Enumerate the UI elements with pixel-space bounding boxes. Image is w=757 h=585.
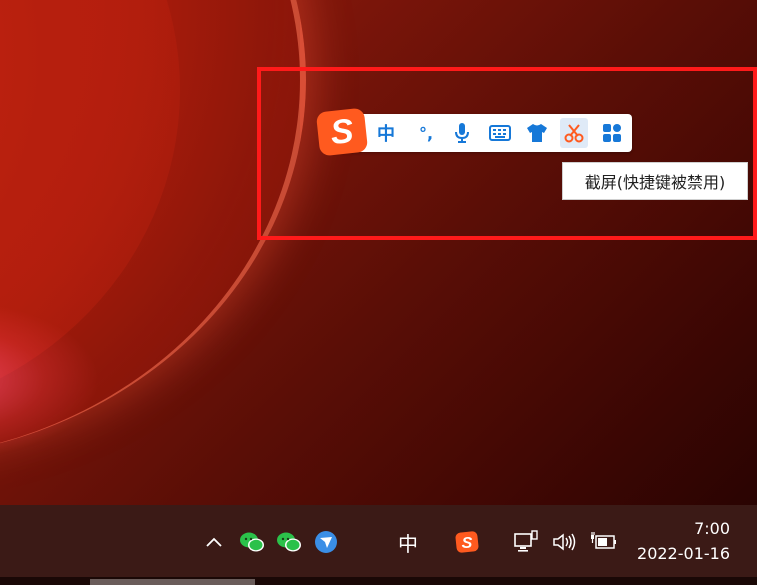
screenshot-tooltip: 截屏(快捷键被禁用): [562, 162, 748, 200]
microphone-icon: [455, 123, 469, 143]
tooltip-text: 截屏(快捷键被禁用): [584, 173, 726, 192]
chevron-up-icon: [206, 537, 222, 547]
wechat-tray-button-1[interactable]: [238, 528, 266, 556]
toolbox-button[interactable]: [598, 118, 626, 148]
screenshot-button[interactable]: [560, 118, 588, 148]
soft-keyboard-button[interactable]: [486, 118, 514, 148]
feishu-tray-button[interactable]: [312, 528, 340, 556]
feishu-icon: [315, 531, 337, 553]
keyboard-icon: [489, 125, 511, 141]
wechat-icon: [240, 532, 264, 552]
battery-icon: [591, 532, 616, 549]
show-hidden-icons-button[interactable]: [200, 528, 228, 556]
grid-icon: [603, 124, 621, 142]
chinese-mode-button[interactable]: 中: [372, 118, 400, 148]
punctuation-button[interactable]: °,: [412, 118, 440, 148]
taskbar-scroll-segment: [90, 579, 255, 585]
sogou-tray-button[interactable]: S: [453, 528, 481, 556]
volume-icon: [553, 533, 576, 551]
voice-input-button[interactable]: [448, 118, 476, 148]
ime-mode-button[interactable]: 中: [394, 528, 422, 556]
ime-mode-icon: 中: [398, 531, 418, 556]
wechat-tray-button-2[interactable]: [275, 528, 303, 556]
battery-tray-button[interactable]: [589, 528, 617, 556]
punctuation-icon: °,: [418, 123, 434, 143]
network-icon: [514, 530, 538, 552]
network-tray-button[interactable]: [512, 528, 540, 556]
volume-tray-button[interactable]: [550, 528, 578, 556]
sogou-icon: S: [455, 531, 479, 553]
skin-button[interactable]: [523, 118, 551, 148]
taskbar-bottom-strip: [0, 577, 757, 585]
clock-date[interactable]: 2022-01-16: [630, 544, 730, 563]
sogou-logo-button[interactable]: S: [315, 107, 369, 157]
scissors-icon: [564, 124, 584, 143]
svg-text:S: S: [462, 535, 473, 552]
chinese-mode-icon: 中: [377, 124, 395, 145]
tshirt-icon: [527, 124, 547, 142]
sogou-logo-letter: S: [328, 111, 356, 152]
clock-time[interactable]: 7:00: [640, 519, 730, 538]
wechat-icon: [277, 532, 301, 552]
